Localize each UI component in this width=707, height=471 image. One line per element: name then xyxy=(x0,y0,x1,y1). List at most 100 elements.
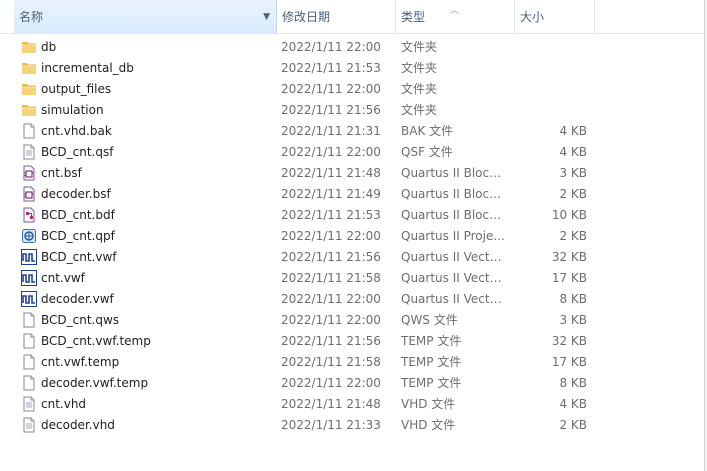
file-size: 2 KB xyxy=(559,229,587,243)
file-name: db xyxy=(41,40,57,54)
file-name: BCD_cnt.qsf xyxy=(41,145,114,159)
column-header-size-label: 大小 xyxy=(520,10,545,24)
file-name: cnt.vwf xyxy=(41,271,85,285)
file-row[interactable]: simulation 2022/1/11 21:56 文件夹 xyxy=(0,100,707,121)
file-date: 2022/1/11 21:31 xyxy=(281,124,381,138)
file-name: BCD_cnt.qpf xyxy=(41,229,115,243)
file-row[interactable]: cnt.bsf 2022/1/11 21:48 Quartus II Block..… xyxy=(0,163,707,184)
file-type: Quartus II Block... xyxy=(401,208,507,222)
file-date: 2022/1/11 21:53 xyxy=(281,208,381,222)
file-row[interactable]: BCD_cnt.vwf.temp 2022/1/11 21:56 TEMP 文件 32… xyxy=(0,331,707,352)
file-date: 2022/1/11 21:49 xyxy=(281,187,381,201)
file-row[interactable]: cnt.vwf 2022/1/11 21:58 Quartus II Vecto..… xyxy=(0,268,707,289)
file-row[interactable]: output_files 2022/1/11 22:00 文件夹 xyxy=(0,79,707,100)
file-size: 17 KB xyxy=(551,271,587,285)
file-row[interactable]: decoder.vhd 2022/1/11 21:33 VHD 文件 2 KB xyxy=(0,415,707,436)
file-date: 2022/1/11 21:56 xyxy=(281,250,381,264)
file-date: 2022/1/11 22:00 xyxy=(281,145,381,159)
file-type: 文件夹 xyxy=(401,103,438,117)
file-size: 8 KB xyxy=(559,376,587,390)
file-size: 2 KB xyxy=(559,187,587,201)
file-name: BCD_cnt.vwf.temp xyxy=(41,334,151,348)
file-date: 2022/1/11 21:33 xyxy=(281,418,381,432)
file-icon xyxy=(21,123,37,139)
file-date: 2022/1/11 22:00 xyxy=(281,40,381,54)
file-name: decoder.bsf xyxy=(41,187,111,201)
waveform-icon xyxy=(21,291,37,307)
file-name: cnt.vhd.bak xyxy=(41,124,112,138)
project-icon xyxy=(21,228,37,244)
file-type: 文件夹 xyxy=(401,61,438,75)
file-row[interactable]: db 2022/1/11 22:00 文件夹 xyxy=(0,37,707,58)
text-file-icon xyxy=(21,396,37,412)
file-name: incremental_db xyxy=(41,61,134,75)
file-size: 2 KB xyxy=(559,418,587,432)
block-symbol-icon xyxy=(21,186,37,202)
file-size: 4 KB xyxy=(559,145,587,159)
folder-icon xyxy=(21,39,37,55)
file-name: cnt.vwf.temp xyxy=(41,355,120,369)
file-row[interactable]: BCD_cnt.bdf 2022/1/11 21:53 Quartus II Blo… xyxy=(0,205,707,226)
column-header-date[interactable]: 修改日期 xyxy=(277,0,396,33)
file-row[interactable]: BCD_cnt.vwf 2022/1/11 21:56 Quartus II Vec… xyxy=(0,247,707,268)
file-type: Quartus II Vecto... xyxy=(401,292,507,306)
file-name: decoder.vwf xyxy=(41,292,114,306)
column-header-size[interactable]: 大小 xyxy=(515,0,595,33)
text-file-icon xyxy=(21,144,37,160)
file-row[interactable]: incremental_db 2022/1/11 21:53 文件夹 xyxy=(0,58,707,79)
file-type: Quartus II Proje... xyxy=(401,229,505,243)
file-type: VHD 文件 xyxy=(401,418,456,432)
file-name: BCD_cnt.qws xyxy=(41,313,120,327)
file-size: 17 KB xyxy=(551,355,587,369)
file-type: BAK 文件 xyxy=(401,124,454,138)
file-icon xyxy=(21,312,37,328)
file-type: Quartus II Block... xyxy=(401,166,507,180)
file-type: 文件夹 xyxy=(401,40,438,54)
chevron-down-icon[interactable]: ▼ xyxy=(263,0,270,34)
file-row[interactable]: cnt.vhd.bak 2022/1/11 21:31 BAK 文件 4 KB xyxy=(0,121,707,142)
file-name: cnt.bsf xyxy=(41,166,82,180)
file-date: 2022/1/11 21:53 xyxy=(281,61,381,75)
file-date: 2022/1/11 22:00 xyxy=(281,376,381,390)
column-header-name[interactable]: 名称 ▼ xyxy=(14,0,277,33)
file-name: decoder.vhd xyxy=(41,418,115,432)
file-name: cnt.vhd xyxy=(41,397,87,411)
file-row[interactable]: cnt.vwf.temp 2022/1/11 21:58 TEMP 文件 17 KB xyxy=(0,352,707,373)
file-date: 2022/1/11 22:00 xyxy=(281,292,381,306)
file-type: TEMP 文件 xyxy=(401,355,462,369)
file-icon xyxy=(21,333,37,349)
file-row[interactable]: BCD_cnt.qsf 2022/1/11 22:00 QSF 文件 4 KB xyxy=(0,142,707,163)
file-type: QSF 文件 xyxy=(401,145,453,159)
column-header-name-label: 名称 xyxy=(19,10,44,24)
file-date: 2022/1/11 21:56 xyxy=(281,334,381,348)
file-size: 3 KB xyxy=(559,313,587,327)
file-type: Quartus II Block... xyxy=(401,187,507,201)
file-date: 2022/1/11 21:48 xyxy=(281,166,381,180)
file-date: 2022/1/11 21:58 xyxy=(281,355,381,369)
file-size: 10 KB xyxy=(551,208,587,222)
file-size: 32 KB xyxy=(551,250,587,264)
file-type: TEMP 文件 xyxy=(401,376,462,390)
file-name: output_files xyxy=(41,82,112,96)
file-row[interactable]: BCD_cnt.qpf 2022/1/11 22:00 Quartus II Pro… xyxy=(0,226,707,247)
file-icon xyxy=(21,375,37,391)
file-row[interactable]: cnt.vhd 2022/1/11 21:48 VHD 文件 4 KB xyxy=(0,394,707,415)
column-header-type-label: 类型 xyxy=(401,10,426,24)
file-row[interactable]: BCD_cnt.qws 2022/1/11 22:00 QWS 文件 3 KB xyxy=(0,310,707,331)
file-date: 2022/1/11 22:00 xyxy=(281,229,381,243)
folder-icon xyxy=(21,102,37,118)
file-row[interactable]: decoder.vwf 2022/1/11 22:00 Quartus II Vec… xyxy=(0,289,707,310)
file-date: 2022/1/11 21:56 xyxy=(281,103,381,117)
folder-icon xyxy=(21,81,37,97)
file-name: decoder.vwf.temp xyxy=(41,376,149,390)
folder-icon xyxy=(21,60,37,76)
file-date: 2022/1/11 21:58 xyxy=(281,271,381,285)
column-header-date-label: 修改日期 xyxy=(282,10,331,24)
file-row[interactable]: decoder.vwf.temp 2022/1/11 22:00 TEMP 文件 8 … xyxy=(0,373,707,394)
file-size: 4 KB xyxy=(559,124,587,138)
file-type: VHD 文件 xyxy=(401,397,456,411)
file-size: 4 KB xyxy=(559,397,587,411)
file-date: 2022/1/11 22:00 xyxy=(281,82,381,96)
block-diagram-icon xyxy=(21,207,37,223)
file-row[interactable]: decoder.bsf 2022/1/11 21:49 Quartus II Blo… xyxy=(0,184,707,205)
